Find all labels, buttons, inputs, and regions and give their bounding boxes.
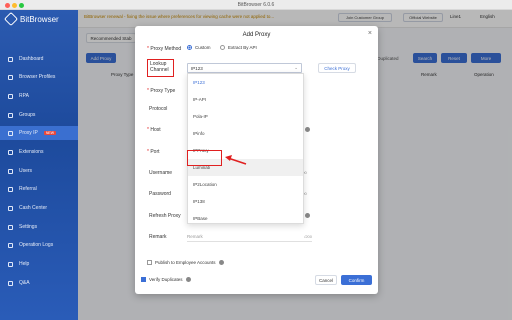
sidebar-item-rpa[interactable]: RPA [0, 89, 78, 103]
radio-unchecked-icon [220, 45, 225, 50]
help-icon [8, 261, 13, 267]
publish-checkbox[interactable]: Publish to Employee Accounts [147, 260, 224, 265]
lookup-channel-label: Lookup Channel [150, 61, 169, 73]
publish-label: Publish to Employee Accounts [155, 260, 216, 265]
sidebar-item-label: Referral [19, 186, 37, 192]
port-text: Port [150, 149, 160, 155]
proxy-method-text: Proxy Method [150, 46, 182, 52]
verify-duplicates-checkbox[interactable]: Verify Duplicates [141, 277, 191, 282]
lookup-channel-select[interactable]: IP123 ⌄ [187, 63, 302, 73]
window-title: BitBrowser 6.0.6 [237, 2, 275, 8]
info-icon [305, 127, 310, 132]
wallet-icon [8, 205, 13, 211]
sidebar-item-label: Help [19, 261, 30, 267]
option-ipinfo[interactable]: IPinfo [188, 125, 303, 142]
sidebar-item-label: Users [19, 168, 33, 174]
verify-duplicates-label: Verify Duplicates [149, 277, 183, 282]
info-icon [305, 213, 310, 218]
option-pola-ip[interactable]: Pola-IP [188, 108, 303, 125]
check-proxy-button[interactable]: Check Proxy [318, 63, 356, 73]
sidebar-item-label: Operation Logs [19, 242, 54, 248]
sidebar-item-label: Proxy IP [19, 130, 38, 136]
close-icon[interactable]: × [368, 30, 372, 37]
sidebar-item-qa[interactable]: Q&A [0, 276, 78, 290]
dashboard-icon [8, 56, 13, 62]
proxy-type-label: * Proxy Type [147, 88, 176, 94]
proxy-icon [8, 130, 13, 136]
brand-logo: BitBrowser [3, 11, 59, 27]
username-label: Username [149, 170, 173, 176]
method-custom-radio[interactable]: Custom [187, 45, 211, 50]
checkbox-unchecked-icon [147, 260, 152, 265]
method-custom-label: Custom [195, 45, 211, 50]
sidebar-item-label: Extensions [19, 149, 44, 155]
groups-icon [8, 112, 13, 118]
method-api-radio[interactable]: Extract By API [220, 45, 257, 50]
proxy-method-label: * Proxy Method [147, 46, 182, 52]
remark-label: Remark [149, 234, 167, 240]
sidebar-item-dashboard[interactable]: Dashboard [0, 52, 78, 66]
method-api-label: Extract By API [228, 45, 257, 50]
remark-placeholder: Remark [187, 234, 203, 239]
title-bar: BitBrowser 6.0.6 [0, 0, 512, 10]
sidebar-item-referral[interactable]: Referral [0, 182, 78, 196]
referral-icon [8, 186, 13, 192]
browser-icon [8, 74, 13, 80]
confirm-button[interactable]: Confirm [341, 275, 372, 285]
gear-icon [8, 224, 13, 230]
option-ipbase[interactable]: IPBase [188, 210, 303, 227]
sidebar-item-users[interactable]: Users [0, 164, 78, 178]
option-ip-api[interactable]: IP-API [188, 91, 303, 108]
chevron-down-icon: ⌄ [294, 65, 298, 70]
users-icon [8, 168, 13, 174]
sidebar-item-operation-logs[interactable]: Operation Logs [0, 238, 78, 252]
sidebar-item-label: Settings [19, 224, 38, 230]
sidebar-item-groups[interactable]: Groups [0, 108, 78, 122]
option-ip2location[interactable]: IP2Location [188, 176, 303, 193]
modal-title: Add Proxy [242, 32, 271, 38]
sidebar-item-help[interactable]: Help [0, 257, 78, 271]
sidebar-item-proxy-ip[interactable]: Proxy IP NEW [0, 126, 78, 140]
port-label: * Port [147, 149, 160, 155]
sidebar-item-cash-center[interactable]: Cash Center [0, 201, 78, 215]
remark-input[interactable]: Remark/200 [187, 232, 312, 242]
qa-icon [8, 280, 13, 286]
protocol-label: Protocol [149, 106, 168, 112]
sidebar-item-label: Browser Profiles [19, 74, 56, 80]
remark-counter: /200 [304, 234, 312, 239]
logs-icon [8, 242, 13, 248]
logo-icon [3, 11, 19, 27]
brand-name: BitBrowser [20, 14, 59, 24]
rpa-icon [8, 93, 13, 99]
arrow-annotation-icon [225, 155, 247, 165]
refresh-proxy-label: Refresh Proxy [149, 213, 181, 219]
host-label: * Host [147, 127, 161, 133]
new-badge: NEW [43, 131, 57, 135]
proxy-type-text: Proxy Type [150, 88, 176, 94]
info-icon [185, 277, 191, 282]
sidebar-item-extensions[interactable]: Extensions [0, 145, 78, 159]
sidebar-item-label: Cash Center [19, 205, 48, 211]
cancel-button[interactable]: Cancel [315, 275, 337, 285]
extensions-icon [8, 149, 13, 155]
sidebar-item-label: RPA [19, 93, 29, 99]
password-label: Password [149, 191, 171, 197]
radio-checked-icon [187, 45, 192, 50]
sidebar-item-label: Q&A [19, 280, 30, 286]
luminati-highlight [187, 150, 222, 166]
lookup-channel-dropdown: IP123 IP-API Pola-IP IPinfo IPProxy Lumi… [187, 73, 304, 224]
checkbox-checked-icon [141, 277, 146, 282]
sidebar-item-settings[interactable]: Settings [0, 220, 78, 234]
info-icon [218, 260, 224, 265]
sidebar-item-browser-profiles[interactable]: Browser Profiles [0, 70, 78, 84]
option-ip123[interactable]: IP123 [188, 74, 303, 91]
host-text: Host [150, 127, 161, 133]
sidebar-item-label: Dashboard [19, 56, 44, 62]
lookup-channel-value: IP123 [191, 65, 203, 71]
option-ip138[interactable]: IP138 [188, 193, 303, 210]
sidebar-item-label: Groups [19, 112, 36, 118]
